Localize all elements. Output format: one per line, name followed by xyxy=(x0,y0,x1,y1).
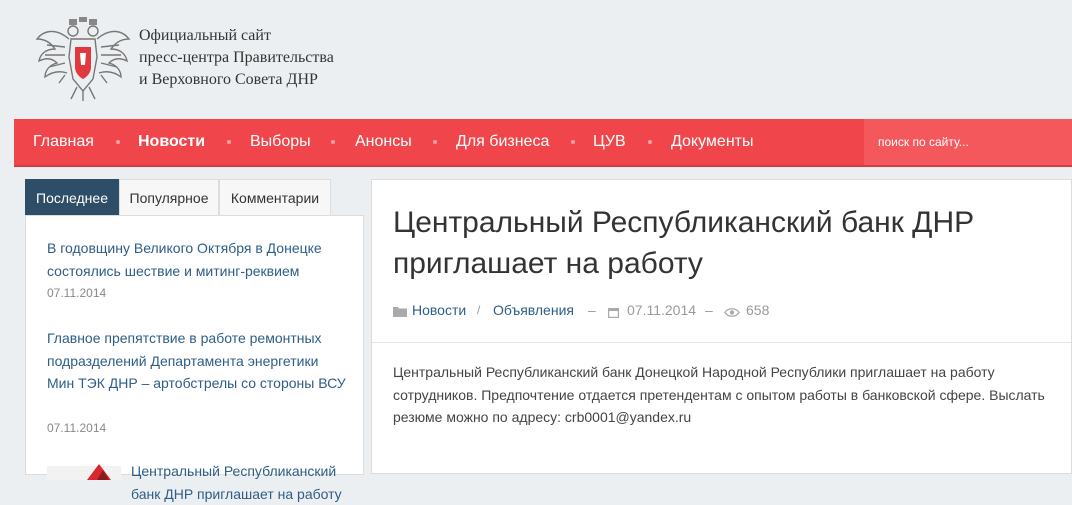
list-item-title[interactable]: Центральный Республиканский банк ДНР при… xyxy=(131,460,351,505)
nav-item-business[interactable]: Для бизнеса xyxy=(456,119,549,165)
article-body: Центральный Республиканский банк Донецко… xyxy=(393,364,1045,425)
nav-item-home[interactable]: Главная xyxy=(33,119,94,165)
list-item-date: 07.11.2014 xyxy=(47,286,107,300)
tab-latest[interactable]: Последнее xyxy=(25,179,119,215)
nav-separator xyxy=(116,140,120,144)
site-title-line: пресс-центра Правительства xyxy=(139,49,334,66)
meta-date: 07.11.2014 xyxy=(627,302,697,318)
meta-views: 658 xyxy=(746,302,770,318)
folder-icon xyxy=(393,303,407,321)
tab-comments[interactable]: Комментарии xyxy=(219,179,331,215)
list-item-title[interactable]: В годовщину Великого Октября в Донецке с… xyxy=(47,237,347,282)
sidebar-news-list: В годовщину Великого Октября в Донецке с… xyxy=(25,215,364,502)
search-input[interactable] xyxy=(864,119,1072,165)
meta-dash: – xyxy=(588,302,596,318)
meta-dash: – xyxy=(705,302,713,318)
nav-item-documents[interactable]: Документы xyxy=(671,119,753,165)
tab-popular[interactable]: Популярное xyxy=(119,179,219,215)
meta-category-link[interactable]: Новости xyxy=(412,301,466,319)
news-thumbnail[interactable] xyxy=(47,460,121,480)
site-title-line: Официальный сайт xyxy=(139,27,271,44)
nav-item-news[interactable]: Новости xyxy=(138,119,205,165)
nav-separator xyxy=(227,140,231,144)
article: Центральный Республиканский банк ДНР при… xyxy=(371,179,1072,474)
nav-item-announcements[interactable]: Анонсы xyxy=(355,119,412,165)
nav-separator xyxy=(648,140,652,144)
article-title: Центральный Республиканский банк ДНР при… xyxy=(393,206,975,280)
nav-separator xyxy=(571,140,575,144)
main-nav: Главная Новости Выборы Анонсы Для бизнес… xyxy=(14,119,1072,167)
eye-icon xyxy=(724,304,740,322)
nav-item-cuv[interactable]: ЦУВ xyxy=(593,119,626,165)
coat-of-arms-icon xyxy=(35,17,131,101)
nav-item-elections[interactable]: Выборы xyxy=(250,119,311,165)
list-item-title[interactable]: Главное препятствие в работе ремонтных п… xyxy=(47,327,347,395)
calendar-icon xyxy=(608,304,620,322)
site-title-line: и Верховного Совета ДНР xyxy=(139,71,318,88)
meta-separator: / xyxy=(477,303,481,317)
list-item-date: 07.11.2014 xyxy=(47,421,107,435)
nav-separator xyxy=(331,140,335,144)
article-divider xyxy=(372,342,1071,343)
meta-subcategory-link[interactable]: Объявления xyxy=(493,301,574,319)
nav-separator xyxy=(433,140,437,144)
site-title: Официальный сайт пресс-центра Правительс… xyxy=(139,25,334,91)
